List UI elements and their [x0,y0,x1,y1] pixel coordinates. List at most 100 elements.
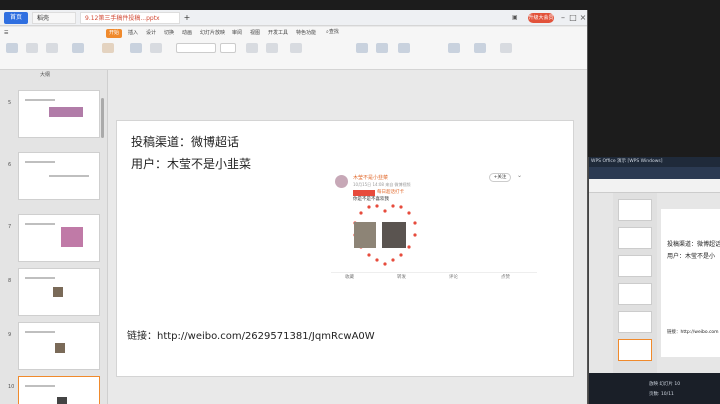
thumb-text-line [25,161,55,163]
thumb-text-line [25,385,55,387]
avatar [335,175,348,188]
like-action: 点赞 [501,275,510,280]
paste-icon[interactable] [6,43,18,53]
slide-thumbnail-6[interactable] [18,152,100,200]
shape-icon[interactable] [376,43,388,53]
slide-channel-text[interactable]: 投稿渠道：微博超话 [131,133,239,150]
ribbon-tab-review[interactable]: 审阅 [232,29,242,38]
layout-icon[interactable]: ▣ [512,13,518,23]
thumb-number: 8 [8,278,12,284]
status-bar: 放映 幻灯片 10 页数: 10/11 [589,373,720,404]
favorite-action: 收藏 [345,275,354,280]
thumb-number: 9 [8,332,12,338]
ribbon-tab-features[interactable]: 特色功能 [296,29,316,38]
current-slide[interactable]: 投稿渠道：微博超话 用户：木莹不是小韭菜 木莹不是小韭菜 10月15日 14:0… [116,120,574,377]
menu-icon[interactable]: ☰ [4,29,8,38]
thumb-image [55,343,65,353]
ribbon-tab-animation[interactable]: 动画 [182,29,192,38]
new-tab-button[interactable]: + [182,12,192,24]
comment-action: 评论 [449,275,458,280]
thumb-text-line [25,277,55,279]
select-icon[interactable] [474,43,486,53]
thumb-image [53,287,63,297]
slide-thumbnail[interactable] [618,283,652,305]
ribbon-tab-devtools[interactable]: 开发工具 [268,29,288,38]
thumb-image [61,227,83,247]
ribbon-toolbar [589,179,720,193]
repost-action: 转发 [397,275,406,280]
ribbon-tab-insert[interactable]: 插入 [128,29,138,38]
tab-document[interactable]: 9.12第三手稿件投稿...pptx [80,12,180,24]
vip-button[interactable]: 升级大会员 [528,13,554,23]
thumb-text-line [25,99,55,101]
ribbon-tab-design[interactable]: 设计 [146,29,156,38]
thumb-image [49,107,83,117]
slide-link-text[interactable]: 链接：http://weibo.com/2629571381/JqmRcwA0W [127,327,375,342]
weibo-post-screenshot[interactable]: 木莹不是小韭菜 10月15日 14:08 来自 微博视频 +关注 ⌄ 每日超话打… [331,169,537,280]
maximize-icon[interactable]: □ [568,12,578,24]
arrange-icon[interactable] [398,43,410,53]
weibo-topic: 每日超话打卡 [377,190,404,195]
layout-icon[interactable] [130,43,142,53]
thumb-image [57,397,67,404]
slide-thumbnail[interactable] [618,339,652,361]
tab-home[interactable]: 首页 [4,12,28,24]
slide-thumbnail-9[interactable] [18,322,100,370]
align-icon[interactable] [290,43,302,53]
slide-channel-text: 投稿渠道：微博超话 [667,241,720,248]
tab-daoke[interactable]: 稻壳 [32,12,76,24]
slide-thumbnail-5[interactable] [18,90,100,138]
new-slide-icon[interactable] [102,43,114,53]
minimize-icon[interactable]: – [558,12,568,24]
slide-thumbnail-pane: 大纲 5 6 7 8 9 10 [0,70,108,404]
chevron-down-icon: ⌄ [517,172,523,179]
page-count: 页数: 10/11 [649,392,674,397]
thumb-number: 5 [8,100,12,106]
slide-thumbnail-pane [613,193,657,373]
slide-thumbnail[interactable] [618,255,652,277]
post-photo-left [354,222,376,248]
slide-thumbnail[interactable] [618,199,652,221]
font-name-select[interactable] [176,43,216,53]
ribbon-tab-strip: ☰ 开始 插入 设计 切换 动画 幻灯片放映 审阅 视图 开发工具 特色功能 ⌕… [0,27,587,40]
slide-canvas: 投稿渠道：微博超话 用户：木莹不是小韭菜 木莹不是小韭菜 10月15日 14:0… [109,70,587,404]
slide-thumbnail-10[interactable] [18,376,100,404]
format-painter-icon[interactable] [72,43,84,53]
slide-thumbnail-8[interactable] [18,268,100,316]
cut-icon[interactable] [26,43,38,53]
thumb-number: 6 [8,162,12,168]
current-slide[interactable]: 投稿渠道：微博超话 用户：木莹不是小 链接：http://weibo.com [661,209,720,357]
slide-thumbnail-7[interactable] [18,214,100,262]
section-icon[interactable] [150,43,162,53]
follow-button: +关注 [489,173,511,182]
replace-icon[interactable] [448,43,460,53]
slide-link-text: 链接：http://weibo.com [667,330,719,335]
status-text: 放映 幻灯片 10 [649,382,681,387]
ribbon-tab-start[interactable]: 开始 [106,29,123,38]
pane-scrollbar[interactable] [101,98,104,138]
slide-thumbnail[interactable] [618,227,652,249]
weibo-timestamp: 10月15日 14:08 来自 微博视频 [353,182,411,187]
numbering-icon[interactable] [266,43,278,53]
copy-icon[interactable] [46,43,58,53]
wps-window: 首页 稻壳 9.12第三手稿件投稿...pptx + ▣ 升级大会员 – □ ×… [0,10,588,404]
weibo-action-bar: 收藏 转发 评论 点赞 [331,272,537,280]
ribbon-tab-transition[interactable]: 切换 [164,29,174,38]
search-box[interactable]: ⌕查找 [326,28,348,36]
slide-thumbnail[interactable] [618,311,652,333]
outline-tab[interactable]: 大纲 [0,70,108,80]
ribbon-tab-view[interactable]: 视图 [250,29,260,38]
bullets-icon[interactable] [246,43,258,53]
thumb-text-line [49,175,89,177]
window-title: WPS Office 演示 [WPS Windows] [589,157,720,167]
ribbon-toolbar [0,40,587,70]
thumb-text-line [25,223,55,225]
textbox-icon[interactable] [356,43,368,53]
weibo-username: 木莹不是小韭菜 [353,175,389,181]
slide-user-text[interactable]: 用户：木莹不是小韭菜 [131,155,251,172]
close-icon[interactable]: × [578,12,587,24]
font-size-select[interactable] [220,43,236,53]
thumb-text-line [25,331,55,333]
more-icon[interactable] [500,43,512,53]
ribbon-tab-slideshow[interactable]: 幻灯片放映 [200,29,225,38]
